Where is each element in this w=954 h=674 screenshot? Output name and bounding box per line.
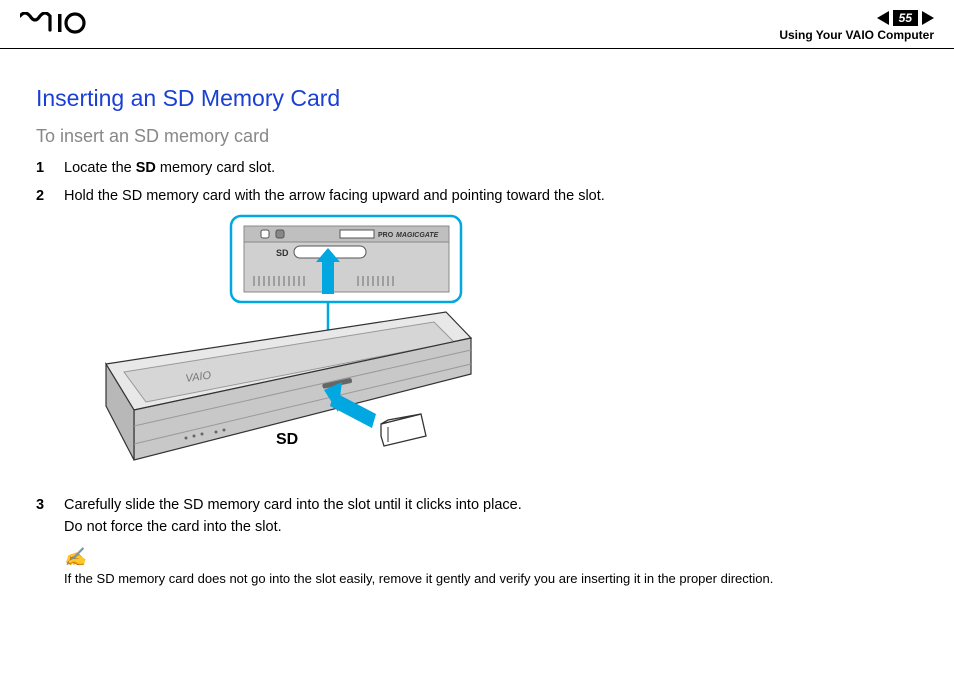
pro-label: PRO <box>378 232 394 239</box>
page-header: 55 Using Your VAIO Computer <box>0 0 954 49</box>
note-icon: ✍ <box>64 545 86 570</box>
vaio-logo <box>20 12 104 41</box>
page-title: Inserting an SD Memory Card <box>36 85 918 112</box>
step-text-bold: SD <box>136 160 156 176</box>
step-text-suffix: memory card slot. <box>156 160 275 176</box>
page-content: Inserting an SD Memory Card To insert an… <box>0 49 954 588</box>
prev-page-arrow-icon[interactable] <box>877 11 889 25</box>
steps-list-continued: 3 Carefully slide the SD memory card int… <box>36 494 918 539</box>
step-text: Hold the SD memory card with the arrow f… <box>64 185 918 207</box>
note: ✍ <box>64 553 918 570</box>
step-text-line2: Do not force the card into the slot. <box>64 519 282 535</box>
figure-container: PRO MAGICGATE SD <box>76 214 918 484</box>
callout-sd-label: SD <box>276 248 289 258</box>
step-3: 3 Carefully slide the SD memory card int… <box>36 494 918 539</box>
magicgate-label: MAGICGATE <box>396 232 439 239</box>
step-2: 2 Hold the SD memory card with the arrow… <box>36 185 918 207</box>
step-text: Carefully slide the SD memory card into … <box>64 494 918 539</box>
step-text-line1: Carefully slide the SD memory card into … <box>64 497 522 513</box>
section-name: Using Your VAIO Computer <box>779 28 934 42</box>
next-page-arrow-icon[interactable] <box>922 11 934 25</box>
steps-list: 1 Locate the SD memory card slot. 2 Hold… <box>36 157 918 208</box>
step-1: 1 Locate the SD memory card slot. <box>36 157 918 179</box>
step-number: 3 <box>36 494 64 516</box>
page-number: 55 <box>893 10 918 26</box>
sd-card-illustration <box>381 414 426 446</box>
step-text-prefix: Locate the <box>64 160 136 176</box>
note-text-row: If the SD memory card does not go into t… <box>64 570 918 588</box>
step-number: 1 <box>36 157 64 179</box>
page-navigator: 55 <box>877 10 934 26</box>
note-text: If the SD memory card does not go into t… <box>64 570 773 588</box>
header-right: 55 Using Your VAIO Computer <box>779 10 934 42</box>
sd-insertion-diagram: PRO MAGICGATE SD <box>76 214 476 484</box>
vaio-logo-svg <box>20 12 104 34</box>
sd-label: SD <box>276 431 298 448</box>
page-subtitle: To insert an SD memory card <box>36 126 918 147</box>
step-text: Locate the SD memory card slot. <box>64 157 918 179</box>
step-number: 2 <box>36 185 64 207</box>
